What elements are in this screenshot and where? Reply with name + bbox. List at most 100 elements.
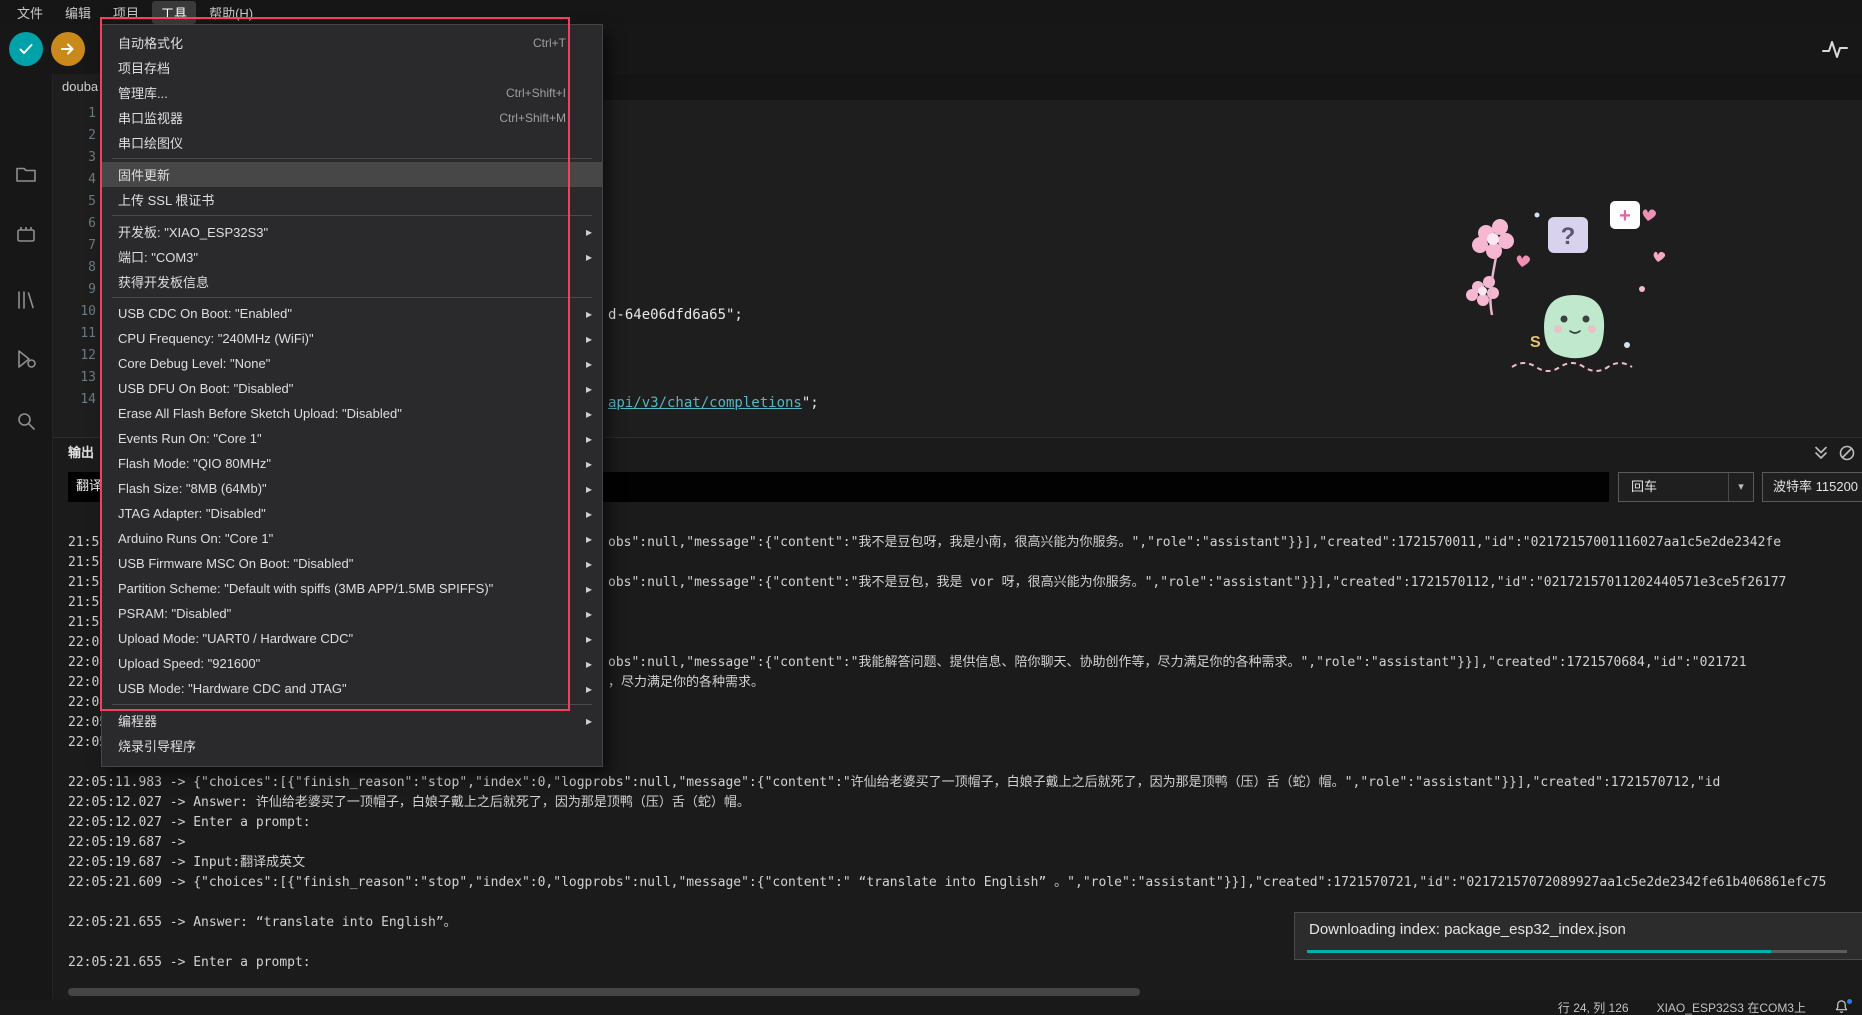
library-manager-icon[interactable]	[14, 288, 38, 312]
menu-item[interactable]: Core Debug Level: "None"▸	[102, 351, 602, 376]
submenu-arrow-icon: ▸	[580, 682, 592, 696]
arrow-right-icon	[59, 40, 77, 58]
menu-file[interactable]: 文件	[8, 1, 52, 24]
menu-item[interactable]: USB Mode: "Hardware CDC and JTAG" ▸	[102, 676, 602, 701]
boards-manager-icon[interactable]	[14, 222, 38, 246]
menu-item[interactable]: Erase All Flash Before Sketch Upload: "D…	[102, 401, 602, 426]
menu-help[interactable]: 帮助(H)	[200, 1, 262, 24]
menu-item-label: 串口绘图仪	[118, 133, 183, 152]
menu-item-label: 开发板: "XIAO_ESP32S3"	[118, 222, 268, 241]
svg-text:S: S	[1530, 334, 1541, 351]
submenu-arrow-icon: ▸	[580, 432, 592, 446]
menu-item[interactable]: 项目存档	[102, 55, 602, 80]
menu-item-label: CPU Frequency: "240MHz (WiFi)"	[118, 331, 314, 346]
menu-item-label: 串口监视器	[118, 108, 183, 127]
line-number: 1	[52, 106, 96, 128]
line-number: 11	[52, 326, 96, 348]
upload-button[interactable]	[51, 32, 85, 66]
line-number: 9	[52, 282, 96, 304]
line-number: 4	[52, 172, 96, 194]
menu-item-label: Upload Mode: "UART0 / Hardware CDC"	[118, 631, 353, 646]
verify-button[interactable]	[9, 32, 43, 66]
menu-edit[interactable]: 编辑	[56, 1, 100, 24]
menu-item[interactable]: Events Run On: "Core 1"▸	[102, 426, 602, 451]
submenu-arrow-icon: ▸	[580, 714, 592, 728]
menu-item[interactable]: 烧录引导程序	[102, 733, 602, 758]
download-progress-bar	[1307, 950, 1771, 953]
menu-item[interactable]: 获得开发板信息	[102, 269, 602, 294]
menu-item[interactable]: Flash Mode: "QIO 80MHz" ▸	[102, 451, 602, 476]
menu-item[interactable]: USB CDC On Boot: "Enabled"▸	[102, 301, 602, 326]
menu-item[interactable]: 管理库...Ctrl+Shift+I	[102, 80, 602, 105]
menu-item-label: 管理库...	[118, 83, 168, 102]
notification-text: Downloading index: package_esp32_index.j…	[1295, 913, 1862, 938]
menu-item[interactable]: 端口: "COM3" ▸	[102, 244, 602, 269]
notification-dot	[1847, 999, 1852, 1004]
board-port-status[interactable]: XIAO_ESP32S3 在COM3上	[1657, 999, 1806, 1015]
menu-item[interactable]: Upload Mode: "UART0 / Hardware CDC" ▸	[102, 626, 602, 651]
menu-item-label: 固件更新	[118, 165, 170, 184]
line-number: 12	[52, 348, 96, 370]
line-number: 10	[52, 304, 96, 326]
search-icon[interactable]	[14, 409, 38, 433]
menu-sketch[interactable]: 项目	[104, 1, 148, 24]
menu-tools[interactable]: 工具	[152, 1, 196, 24]
download-progress-track	[1307, 950, 1847, 953]
menu-item-label: Flash Size: "8MB (64Mb)"	[118, 481, 267, 496]
code-url-link[interactable]: api/v3/chat/completions	[608, 395, 802, 411]
menu-item[interactable]: 固件更新	[102, 162, 602, 187]
menu-item[interactable]: Arduino Runs On: "Core 1"▸	[102, 526, 602, 551]
svg-text:+: +	[1619, 205, 1631, 227]
activity-bar	[0, 74, 53, 999]
line-number: 7	[52, 238, 96, 260]
menu-item[interactable]: Flash Size: "8MB (64Mb)"▸	[102, 476, 602, 501]
menu-item[interactable]: CPU Frequency: "240MHz (WiFi)" ▸	[102, 326, 602, 351]
line-ending-select[interactable]: 回车 ▾	[1618, 472, 1754, 502]
cursor-position[interactable]: 行 24, 列 126	[1558, 999, 1629, 1015]
download-notification[interactable]: Downloading index: package_esp32_index.j…	[1294, 912, 1862, 960]
serial-output-line	[68, 893, 1862, 913]
menu-item[interactable]: USB Firmware MSC On Boot: "Disabled"▸	[102, 551, 602, 576]
collapse-panel-icon[interactable]	[1812, 444, 1830, 462]
menu-item[interactable]: PSRAM: "Disabled"▸	[102, 601, 602, 626]
code-fragment-url: api/v3/chat/completions";	[608, 392, 819, 414]
menu-item[interactable]: 编程器▸	[102, 708, 602, 733]
decorative-sticker: ? + S	[1452, 195, 1682, 380]
submenu-arrow-icon: ▸	[580, 250, 592, 264]
menu-item-shortcut: Ctrl+Shift+M	[499, 111, 580, 125]
submenu-arrow-icon: ▸	[580, 657, 592, 671]
submenu-arrow-icon: ▸	[580, 357, 592, 371]
menu-item-label: 获得开发板信息	[118, 272, 209, 291]
menu-item[interactable]: 开发板: "XIAO_ESP32S3"▸	[102, 219, 602, 244]
serial-output-line: 22:05:21.609 -> {"choices":[{"finish_rea…	[68, 873, 1862, 893]
debug-icon[interactable]	[14, 347, 38, 371]
menu-item-label: Flash Mode: "QIO 80MHz"	[118, 456, 271, 471]
baud-rate-select[interactable]: 波特率 115200	[1762, 472, 1862, 502]
submenu-arrow-icon: ▸	[580, 332, 592, 346]
menu-item[interactable]: Upload Speed: "921600"▸	[102, 651, 602, 676]
notifications-bell-icon[interactable]	[1834, 999, 1850, 1015]
clear-output-icon[interactable]	[1838, 444, 1856, 462]
serial-plotter-icon[interactable]	[1820, 34, 1850, 64]
menu-item[interactable]: USB DFU On Boot: "Disabled"▸	[102, 376, 602, 401]
menu-item[interactable]: 上传 SSL 根证书	[102, 187, 602, 212]
line-ending-value: 回车	[1619, 473, 1728, 501]
horizontal-scrollbar-thumb[interactable]	[68, 988, 1140, 996]
menu-item[interactable]: JTAG Adapter: "Disabled"▸	[102, 501, 602, 526]
submenu-arrow-icon: ▸	[580, 532, 592, 546]
menu-item[interactable]: 串口绘图仪	[102, 130, 602, 155]
submenu-arrow-icon: ▸	[580, 632, 592, 646]
submenu-arrow-icon: ▸	[580, 457, 592, 471]
menu-item-label: 端口: "COM3"	[118, 247, 198, 266]
tab-output[interactable]: 输出	[68, 438, 94, 468]
menu-item[interactable]: 串口监视器 Ctrl+Shift+M	[102, 105, 602, 130]
menu-item-label: USB Mode: "Hardware CDC and JTAG"	[118, 681, 347, 696]
menu-item[interactable]: Partition Scheme: "Default with spiffs (…	[102, 576, 602, 601]
menu-item-label: 上传 SSL 根证书	[118, 190, 214, 209]
code-fragment-apikey: d-64e06dfd6a65";	[608, 304, 743, 326]
tools-dropdown-menu: 自动格式化Ctrl+T项目存档管理库...Ctrl+Shift+I 串口监视器 Ct…	[101, 24, 603, 767]
sketchbook-folder-icon[interactable]	[14, 162, 38, 186]
submenu-arrow-icon: ▸	[580, 582, 592, 596]
menu-item[interactable]: 自动格式化Ctrl+T	[102, 30, 602, 55]
submenu-arrow-icon: ▸	[580, 607, 592, 621]
